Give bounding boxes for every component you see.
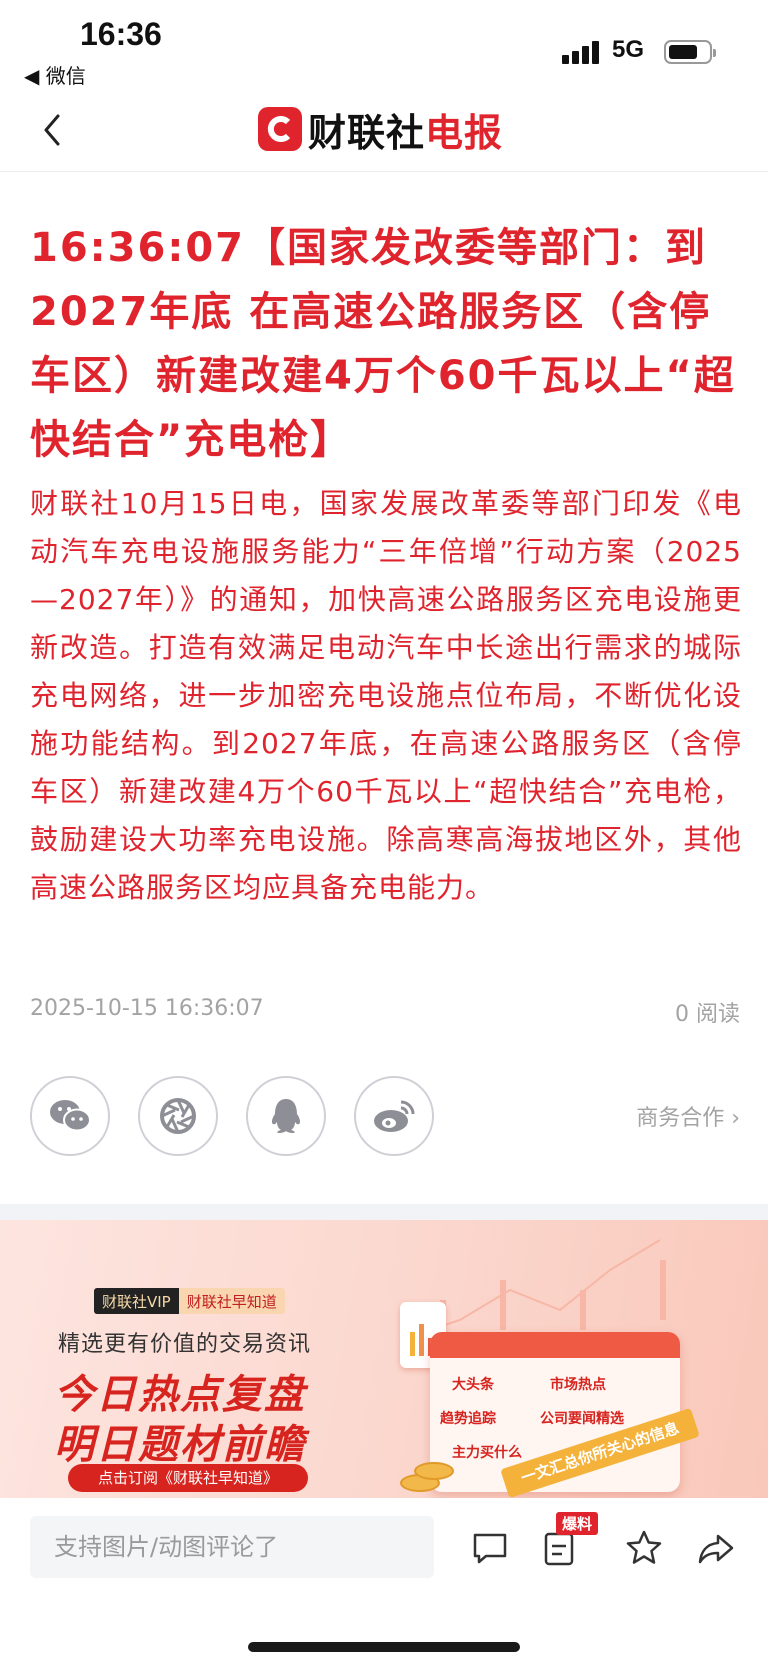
bottom-bar: 支持图片/动图评论了 爆料 (0, 1498, 768, 1663)
article-headline: 16:36:07【国家发改委等部门：到2027年底 在高速公路服务区（含停车区）… (30, 225, 736, 463)
section-divider (0, 1204, 768, 1220)
comment-input[interactable]: 支持图片/动图评论了 (30, 1516, 434, 1578)
share-arrow-icon[interactable] (696, 1528, 736, 1568)
promo-banner[interactable]: 财联社VIP 财联社早知道 精选更有价值的交易资讯 今日热点复盘 明日题材前瞻 … (0, 1220, 768, 1498)
signal-icon (562, 40, 602, 64)
read-count: 0 阅读 (675, 1002, 740, 1027)
calendar-item: 大头条 (452, 1377, 494, 1393)
logo-suffix-text: 电报 (425, 110, 504, 155)
banner-subscribe-button[interactable]: 点击订阅《财联社早知道》 (68, 1464, 308, 1492)
article-body: 财联社10月15日电，国家发展改革委等部门印发《电动汽车充电设施服务能力“三年倍… (30, 487, 742, 904)
status-time: 16:36 (80, 16, 162, 52)
baoliao-badge[interactable]: 爆料 (556, 1512, 599, 1535)
coin-icon (414, 1462, 454, 1480)
business-cooperation-link[interactable]: 商务合作 › (636, 1100, 740, 1132)
comment-icon[interactable] (470, 1528, 510, 1568)
logo-brand-text: 财联社 (308, 110, 426, 155)
moments-icon[interactable] (138, 1076, 218, 1156)
status-bar: 16:36 ◀ 微信 5G (0, 0, 768, 92)
calendar-item: 公司要闻精选 (540, 1411, 624, 1427)
logo-c-icon (258, 107, 302, 151)
product-tag: 财联社早知道 (178, 1288, 285, 1314)
app-logo: 财联社 电报 (258, 104, 504, 155)
wechat-icon[interactable] (30, 1076, 110, 1156)
qq-icon[interactable] (246, 1076, 326, 1156)
vip-tag: 财联社VIP (94, 1288, 179, 1314)
share-row: 商务合作 › (30, 1076, 740, 1158)
calendar-item: 市场热点 (550, 1377, 606, 1393)
banner-headline-2: 明日题材前瞻 (54, 1422, 306, 1468)
calendar-item: 主力买什么 (452, 1445, 522, 1461)
home-indicator (248, 1642, 520, 1652)
battery-icon (664, 40, 716, 64)
article-datetime: 2025-10-15 16:36:07 (30, 996, 264, 1021)
favorite-star-icon[interactable] (624, 1528, 664, 1568)
banner-tags: 财联社VIP 财联社早知道 (94, 1288, 285, 1314)
banner-calendar-illustration: 大头条 市场热点 趋势追踪 公司要闻精选 主力买什么 一文汇总你所关心的信息 (400, 1292, 700, 1498)
back-to-wechat-link[interactable]: ◀ 微信 (24, 60, 86, 89)
article-meta: 2025-10-15 16:36:07 0 阅读 (30, 996, 740, 1030)
nav-bar: 财联社 电报 (0, 92, 768, 172)
calendar-header (430, 1332, 680, 1358)
back-chevron-icon[interactable] (34, 110, 74, 150)
weibo-icon[interactable] (354, 1076, 434, 1156)
banner-subtitle: 精选更有价值的交易资讯 (58, 1332, 312, 1357)
network-type: 5G (612, 36, 645, 63)
calendar-item: 趋势追踪 (440, 1411, 496, 1427)
